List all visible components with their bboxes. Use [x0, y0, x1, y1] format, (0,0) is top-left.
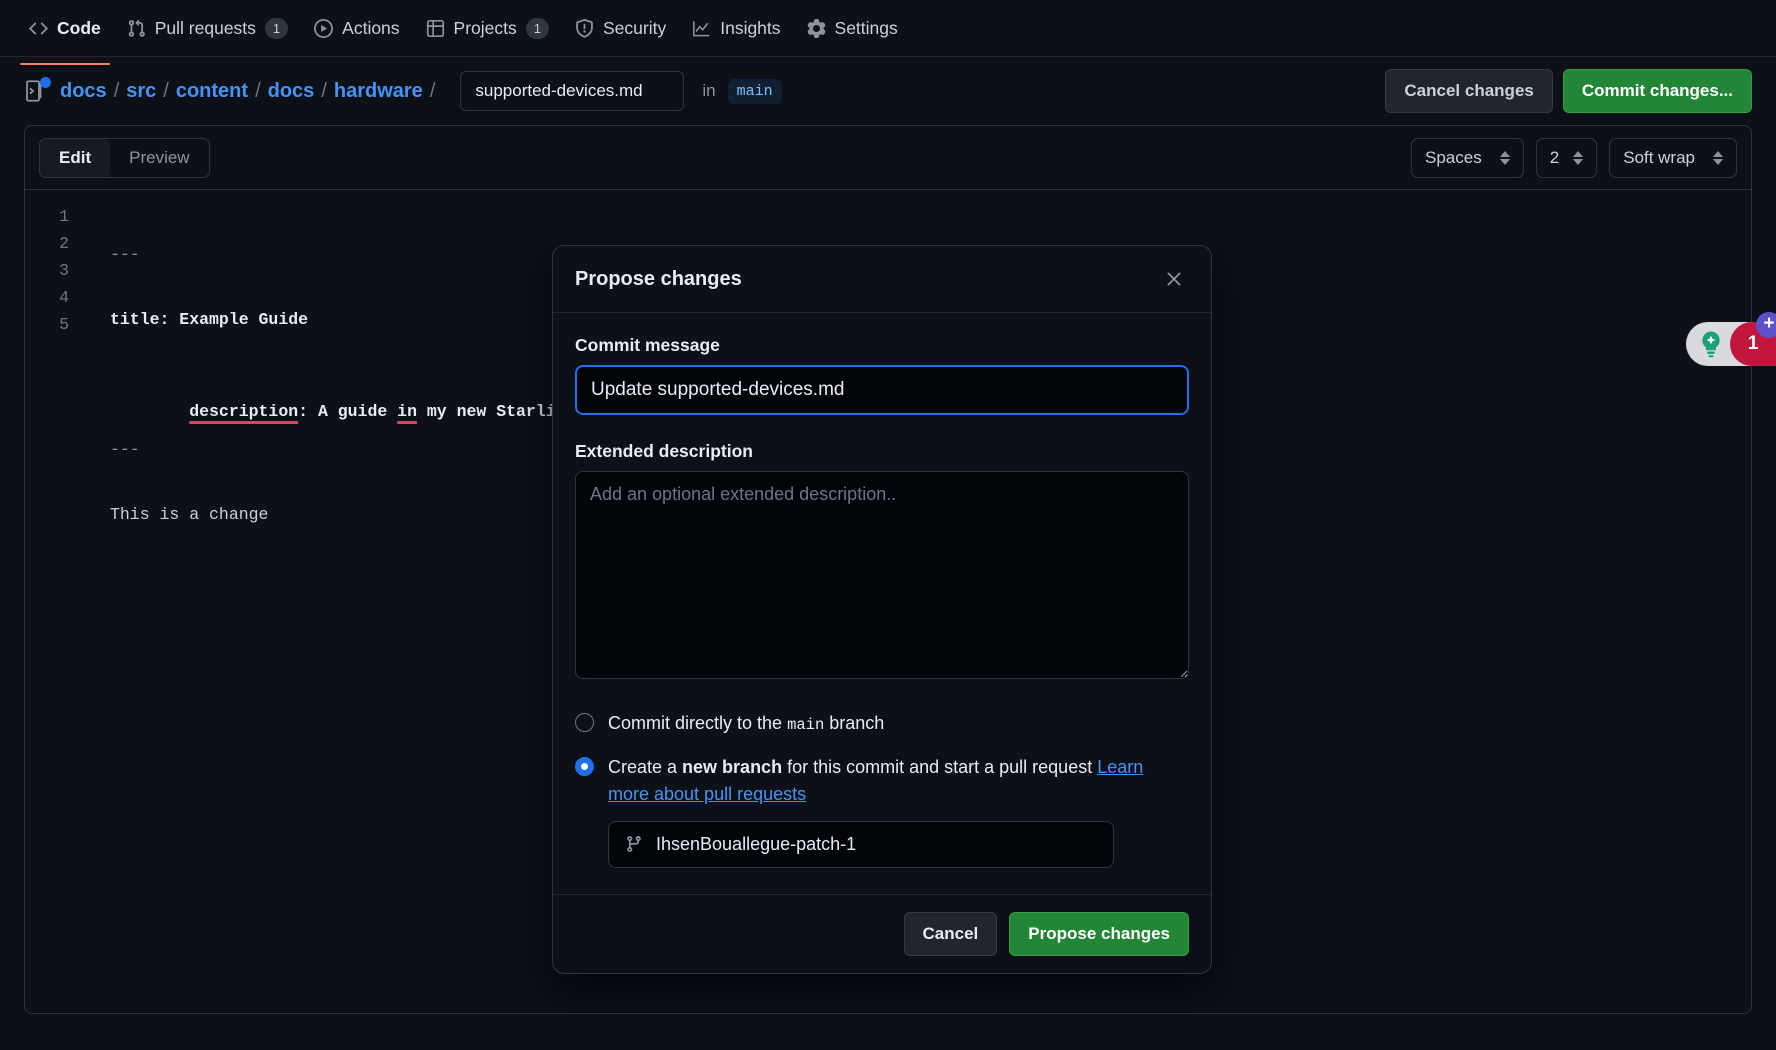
dialog-cancel-button[interactable]: Cancel: [903, 911, 998, 956]
radio-option-commit-direct[interactable]: Commit directly to the main branch: [575, 710, 1189, 736]
close-icon[interactable]: [1159, 264, 1189, 294]
radio-new-branch-label: Create a new branch for this commit and …: [608, 754, 1189, 806]
radio-direct-branch: main: [787, 716, 825, 734]
radio-branch-suffix: for this commit and start a pull request: [782, 757, 1098, 778]
commit-message-input[interactable]: [575, 365, 1189, 415]
dialog-title: Propose changes: [575, 267, 742, 290]
new-branch-name-value: IhsenBouallegue-patch-1: [656, 833, 857, 854]
radio-branch-bold: new branch: [682, 757, 783, 778]
commit-target-radio-group: Commit directly to the main branch Creat…: [575, 710, 1189, 868]
radio-new-branch[interactable]: [575, 757, 594, 777]
dialog-propose-changes-button[interactable]: Propose changes: [1009, 911, 1189, 956]
radio-option-new-branch[interactable]: Create a new branch for this commit and …: [575, 754, 1189, 806]
commit-message-label: Commit message: [575, 335, 720, 355]
dialog-footer: Cancel Propose changes: [553, 893, 1211, 973]
propose-changes-dialog: Propose changes Commit message Extended …: [552, 245, 1212, 974]
radio-commit-direct[interactable]: [575, 713, 594, 732]
dialog-header: Propose changes: [553, 246, 1211, 313]
git-branch-icon: [627, 836, 641, 853]
dialog-body: Commit message Extended description Comm…: [553, 313, 1211, 894]
radio-commit-direct-label: Commit directly to the main branch: [608, 710, 884, 736]
radio-branch-prefix: Create a: [608, 757, 683, 778]
modal-backdrop: Propose changes Commit message Extended …: [0, 0, 1776, 1050]
extended-description-textarea[interactable]: [575, 471, 1189, 679]
extended-description-label: Extended description: [575, 441, 753, 461]
new-branch-name-input[interactable]: IhsenBouallegue-patch-1: [608, 820, 1114, 868]
radio-direct-prefix: Commit directly to the: [608, 713, 788, 733]
radio-direct-suffix: branch: [824, 713, 885, 733]
